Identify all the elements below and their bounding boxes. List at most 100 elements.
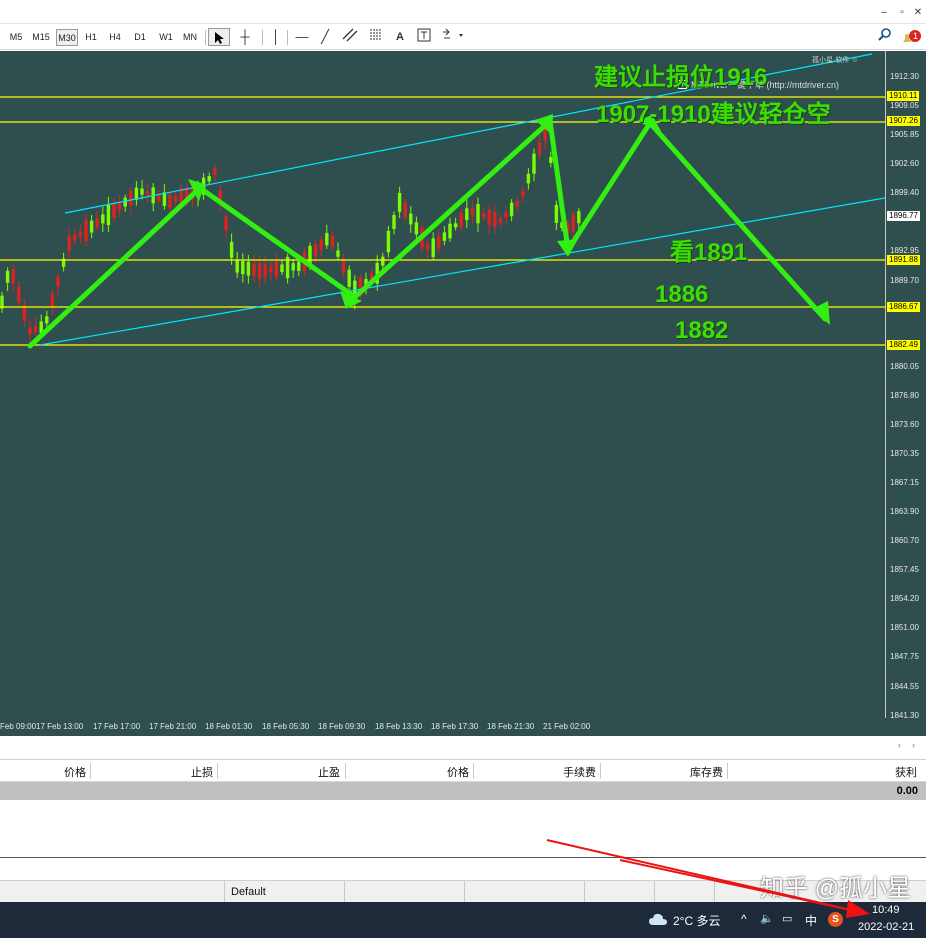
- candle-body: [129, 190, 133, 206]
- column-take-profit[interactable]: 止盈: [318, 764, 340, 780]
- sogou-icon[interactable]: S: [828, 912, 843, 927]
- candle-body: [392, 214, 396, 230]
- vertical-line-icon[interactable]: │: [268, 28, 284, 46]
- candle-body: [437, 236, 441, 249]
- price-tick: 1857.45: [890, 565, 919, 574]
- candle-body: [162, 192, 167, 206]
- price-tick: 1892.95: [890, 246, 919, 255]
- candle-body: [45, 316, 49, 324]
- minimize-icon[interactable]: –: [878, 7, 890, 19]
- column-stop-loss[interactable]: 止损: [191, 764, 213, 780]
- chart-scroll-strip[interactable]: ‹ ›: [0, 736, 926, 760]
- weather-text[interactable]: 2°C 多云: [673, 912, 720, 929]
- time-tick: 17 Feb 21:00: [149, 722, 197, 731]
- candle-body: [241, 261, 245, 275]
- status-cell: [0, 881, 225, 903]
- column-profit[interactable]: 获利: [895, 764, 917, 780]
- annotation-short: 1907-1910建议轻仓空: [596, 101, 831, 128]
- candle-body: [425, 244, 430, 250]
- clock-time[interactable]: 10:49: [872, 904, 900, 916]
- time-tick: 18 Feb 09:30: [318, 722, 366, 731]
- search-icon[interactable]: [876, 28, 894, 46]
- scroll-left-icon[interactable]: ‹: [898, 740, 901, 750]
- candle-body: [409, 213, 413, 225]
- toolbar-separator: [287, 30, 288, 45]
- toolbar-separator: [205, 30, 206, 45]
- horizontal-line-icon[interactable]: —: [293, 28, 311, 46]
- candle-body: [347, 269, 351, 287]
- timeframe-h1[interactable]: H1: [82, 29, 100, 46]
- scroll-right-icon[interactable]: ›: [912, 740, 915, 750]
- candle-body: [532, 153, 536, 174]
- status-cell: [585, 881, 655, 903]
- chart-area[interactable]: 孤小星·软件 ☺: [0, 51, 885, 718]
- clock-date[interactable]: 2022-02-21: [858, 921, 914, 933]
- price-tick: 1870.35: [890, 449, 919, 458]
- price-axis[interactable]: 1912.30 1909.05 1905.85 1902.60 1899.40 …: [885, 51, 926, 720]
- time-tick: 17 Feb 17:00: [93, 722, 141, 731]
- candle-body: [168, 194, 172, 208]
- trendline-icon[interactable]: ╱: [316, 28, 334, 46]
- column-price[interactable]: 价格: [64, 764, 86, 780]
- timeframe-m30[interactable]: M30: [56, 29, 78, 46]
- channel-icon[interactable]: [339, 28, 361, 46]
- timeframe-h4[interactable]: H4: [106, 29, 124, 46]
- text-label-icon[interactable]: [415, 28, 433, 46]
- candle-body: [252, 263, 256, 276]
- candle-body: [526, 173, 531, 184]
- status-cell-profile[interactable]: Default: [225, 881, 345, 903]
- candle-body: [577, 211, 581, 224]
- profile-name: Default: [231, 886, 266, 898]
- candle-body: [112, 203, 116, 218]
- candle-body: [341, 259, 346, 273]
- price-tick: 1912.30: [890, 72, 919, 81]
- price-tick: 1873.60: [890, 420, 919, 429]
- column-price-2[interactable]: 价格: [447, 764, 469, 780]
- cursor-icon[interactable]: [208, 28, 230, 46]
- ime-indicator[interactable]: 中: [805, 912, 817, 929]
- candle-body: [207, 176, 211, 182]
- time-tick: Feb 09:00: [0, 722, 37, 731]
- price-tick: 1851.00: [890, 623, 919, 632]
- candle-body: [56, 276, 60, 287]
- timeframe-m5[interactable]: M5: [6, 29, 26, 46]
- price-tick: 1847.75: [890, 652, 919, 661]
- timeframe-m15[interactable]: M15: [30, 29, 52, 46]
- status-cell: [655, 881, 715, 903]
- timeframe-mn[interactable]: MN: [180, 29, 200, 46]
- time-axis[interactable]: Feb 09:00 17 Feb 13:00 17 Feb 17:00 17 F…: [0, 718, 926, 736]
- column-divider: [217, 763, 218, 779]
- candle-body: [123, 197, 127, 207]
- candle-body: [397, 192, 402, 212]
- candle-body: [213, 167, 217, 175]
- arrows-dropdown-icon[interactable]: [440, 28, 468, 46]
- price-tag-1907: 1907.26: [887, 116, 920, 126]
- timeframe-d1[interactable]: D1: [131, 29, 149, 46]
- close-icon[interactable]: ✕: [912, 7, 924, 19]
- restore-icon[interactable]: ▫: [896, 7, 908, 19]
- chart-toolbar: M5 M15 M30 H1 H4 D1 W1 MN ┼ │ — ╱ A 1: [0, 24, 926, 50]
- fibonacci-icon[interactable]: [366, 28, 386, 46]
- price-tick: 1909.05: [890, 101, 919, 110]
- cloud-icon[interactable]: [648, 912, 668, 931]
- price-chart[interactable]: [0, 51, 885, 718]
- volume-icon[interactable]: 🔈: [760, 912, 774, 925]
- status-cell: [345, 881, 465, 903]
- candle-body: [509, 202, 514, 217]
- column-commission[interactable]: 手续费: [563, 764, 596, 780]
- crosshair-icon[interactable]: ┼: [235, 28, 255, 46]
- timeframe-w1[interactable]: W1: [156, 29, 176, 46]
- candle-body: [257, 263, 262, 279]
- network-icon[interactable]: ▭: [782, 912, 792, 925]
- candle-body: [67, 236, 71, 252]
- tray-expand-icon[interactable]: ^: [741, 912, 747, 926]
- candles-group: [0, 120, 581, 344]
- price-tick: 1880.05: [890, 362, 919, 371]
- notification-icon[interactable]: 1: [899, 28, 923, 46]
- candle-body: [89, 220, 94, 233]
- candle-body: [263, 263, 267, 277]
- column-swap[interactable]: 库存费: [690, 764, 723, 780]
- text-tool-icon[interactable]: A: [392, 28, 408, 46]
- candle-body: [134, 187, 139, 200]
- candle-body: [140, 188, 144, 195]
